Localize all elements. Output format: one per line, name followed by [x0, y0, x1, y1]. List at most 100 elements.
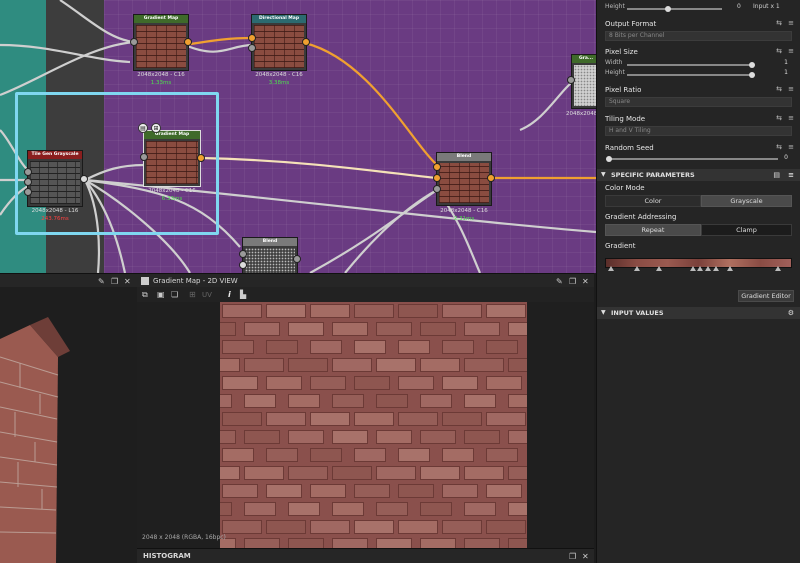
brick [222, 412, 262, 426]
preset-icon[interactable]: ▤ [773, 169, 780, 181]
brick [222, 520, 262, 534]
link-icon[interactable]: ⇆ [776, 114, 782, 122]
gradient-stop[interactable] [705, 266, 711, 271]
maximize-icon[interactable]: ❐ [569, 278, 576, 286]
output-port[interactable] [293, 255, 301, 263]
settings-icon[interactable]: ⚙ [788, 307, 794, 319]
input-port[interactable] [433, 185, 441, 193]
pixel-ratio-select[interactable]: Square [605, 97, 792, 107]
histogram-icon[interactable]: ▙ [240, 291, 246, 299]
gradient-stop[interactable] [727, 266, 733, 271]
pin-icon[interactable]: ✎ [98, 278, 105, 286]
input-port[interactable] [130, 38, 138, 46]
link-icon[interactable]: ⇆ [776, 143, 782, 151]
link-icon[interactable]: ⇆ [776, 19, 782, 27]
brick [508, 502, 527, 516]
output-port[interactable] [184, 38, 192, 46]
menu-icon[interactable]: ≡ [788, 19, 794, 27]
maximize-icon[interactable]: ❐ [111, 278, 118, 286]
pin-icon[interactable]: ✎ [556, 278, 563, 286]
brick [442, 412, 482, 426]
brick [220, 394, 232, 408]
link-icon[interactable]: ⇆ [776, 47, 782, 55]
gradient-stop[interactable] [775, 266, 781, 271]
brick [332, 538, 368, 548]
save-icon[interactable]: ▣ [157, 291, 165, 299]
3d-brick-cube [0, 317, 70, 563]
height-slider[interactable] [627, 74, 752, 76]
input-port[interactable] [239, 250, 247, 258]
output-port[interactable] [302, 38, 310, 46]
gradient-editor-button[interactable]: Gradient Editor [738, 290, 794, 302]
width-slider-knob[interactable] [749, 62, 755, 68]
image-icon [141, 277, 149, 285]
input-port[interactable] [433, 174, 441, 182]
node-time: 2.31ms [453, 216, 475, 222]
node-title: Blend [243, 238, 297, 246]
blend-node-bottom[interactable]: Blend [242, 237, 298, 273]
node-resolution: 2048x2048 - C16 [440, 208, 488, 214]
gradient-stop[interactable] [697, 266, 703, 271]
brick [354, 412, 394, 426]
color-mode-grayscale[interactable]: Grayscale [701, 195, 792, 207]
brick [354, 376, 390, 390]
width-slider[interactable] [627, 64, 752, 66]
pixel-size-label: Pixel Size [605, 48, 638, 56]
gradient-addressing-clamp[interactable]: Clamp [701, 224, 792, 236]
close-icon[interactable]: ✕ [582, 553, 589, 561]
menu-icon[interactable]: ≡ [788, 143, 794, 151]
brick [222, 376, 258, 390]
node-graph[interactable]: Gradient Map 2048x2048 - C16 1.33ms Dire… [0, 0, 596, 273]
channels-icon[interactable]: ⊞ [189, 291, 196, 299]
height-slider-knob[interactable] [749, 72, 755, 78]
blend-node[interactable]: Blend [436, 152, 492, 206]
copy-icon[interactable]: ❏ [171, 291, 178, 299]
collapse-icon[interactable]: ▼ [601, 169, 606, 181]
menu-icon[interactable]: ≡ [788, 47, 794, 55]
close-icon[interactable]: ✕ [124, 278, 131, 286]
menu-icon[interactable]: ≡ [788, 169, 794, 181]
brick [508, 430, 527, 444]
tiling-mode-select[interactable]: H and V Tiling [605, 126, 792, 136]
brick [222, 484, 258, 498]
view-2d[interactable]: 2048 x 2048 (RGBA, 16bpc) [137, 302, 594, 548]
input-port[interactable] [248, 44, 256, 52]
view-3d[interactable] [0, 287, 137, 563]
directional-map-node[interactable]: Directional Map [251, 14, 307, 71]
export-icon[interactable]: ⧉ [142, 291, 148, 299]
gradient-label: Gradient [605, 242, 636, 250]
close-icon[interactable]: ✕ [582, 278, 589, 286]
link-icon[interactable]: ⇆ [776, 85, 782, 93]
brick [354, 448, 386, 462]
gradient-stop[interactable] [690, 266, 696, 271]
gradient-stop[interactable] [656, 266, 662, 271]
node-resolution: 2048x2048 - C16 [255, 72, 303, 78]
brick-texture-preview [220, 302, 527, 548]
menu-icon[interactable]: ≡ [788, 114, 794, 122]
right-node[interactable]: Gra... [571, 54, 596, 109]
input-port[interactable] [248, 34, 256, 42]
input-port[interactable] [433, 163, 441, 171]
input-values-header[interactable]: ▼ INPUT VALUES ⚙ [597, 307, 800, 319]
height-slider-knob[interactable] [665, 6, 671, 12]
collapse-icon[interactable]: ▼ [601, 307, 606, 319]
menu-icon[interactable]: ≡ [788, 85, 794, 93]
maximize-icon[interactable]: ❐ [569, 553, 576, 561]
gradient-stop[interactable] [634, 266, 640, 271]
gradient-addressing-repeat[interactable]: Repeat [605, 224, 701, 236]
output-format-select[interactable]: 8 Bits per Channel [605, 31, 792, 41]
height-slider[interactable] [627, 8, 722, 10]
gradient-map-node-top[interactable]: Gradient Map [133, 14, 189, 71]
uv-toggle[interactable]: UV [202, 291, 212, 299]
input-port[interactable] [239, 261, 247, 269]
specific-parameters-header[interactable]: ▼ SPECIFIC PARAMETERS ▤ ≡ [597, 169, 800, 181]
input-port[interactable] [567, 76, 575, 84]
gradient-stop[interactable] [713, 266, 719, 271]
random-seed-knob[interactable] [606, 156, 612, 162]
color-mode-color[interactable]: Color [605, 195, 701, 207]
info-icon[interactable]: i [228, 291, 231, 299]
tiling-mode-label: Tiling Mode [605, 115, 646, 123]
gradient-stop[interactable] [608, 266, 614, 271]
random-seed-slider[interactable] [608, 158, 778, 160]
output-port[interactable] [487, 174, 495, 182]
